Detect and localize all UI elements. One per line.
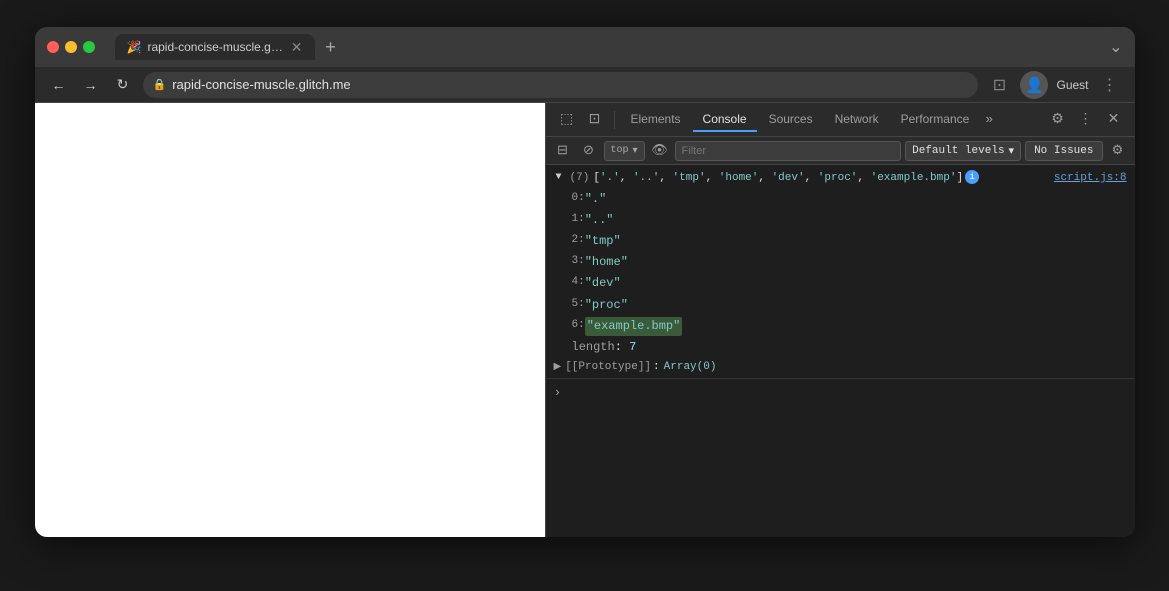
devtools-close-icon[interactable]: ✕ (1101, 107, 1127, 133)
no-issues-button[interactable]: No Issues (1025, 141, 1102, 161)
prototype-expand-icon[interactable]: ▶ (554, 360, 562, 376)
tab-elements[interactable]: Elements (621, 108, 691, 132)
url-text: rapid-concise-muscle.glitch.me (172, 77, 968, 92)
item-value-5: "proc" (585, 296, 628, 315)
tab-console[interactable]: Console (693, 108, 757, 132)
item-value-0: "." (585, 190, 607, 209)
item-index-5: 5: (556, 296, 585, 314)
console-clear-icon[interactable]: ⊘ (578, 140, 600, 162)
item-value-3: "home" (585, 253, 628, 272)
profile-avatar[interactable]: 👤 (1020, 71, 1048, 99)
item-index-6: 6: (556, 317, 585, 335)
console-output: ▼ (7) ['.', '..', 'tmp', 'home', 'dev', … (546, 165, 1135, 537)
info-badge: i (965, 170, 979, 184)
browser-window: 🎉 rapid-concise-muscle.glitch.m... ✕ + ⌄… (35, 27, 1135, 537)
refresh-button[interactable]: ↻ (111, 73, 135, 97)
prompt-arrow-icon: › (554, 383, 562, 404)
array-item-6: 6: "example.bmp" (546, 316, 1135, 337)
tab-sources[interactable]: Sources (759, 108, 823, 132)
console-prompt: › (546, 378, 1135, 408)
traffic-lights (47, 41, 95, 53)
bookmark-icon[interactable]: ⊡ (986, 72, 1012, 98)
profile-label: Guest (1056, 78, 1088, 92)
tabs-area: 🎉 rapid-concise-muscle.glitch.m... ✕ + (115, 34, 1102, 60)
log-level-label: Default levels (912, 145, 1004, 157)
devtools-inspect-icon[interactable]: ⬚ (554, 107, 580, 133)
context-selector-label: top (611, 145, 629, 156)
close-traffic-light[interactable] (47, 41, 59, 53)
item-value-2: "tmp" (585, 232, 621, 251)
item-value-4: "dev" (585, 274, 621, 293)
item-index-4: 4: (556, 274, 585, 292)
array-count: (7) (570, 170, 590, 188)
array-item-4: 4: "dev" (546, 273, 1135, 294)
devtools-more-icon[interactable]: ⋮ (1073, 107, 1099, 133)
script-reference[interactable]: script.js:8 (1054, 170, 1127, 188)
console-filter-input[interactable] (675, 141, 902, 161)
array-item-0: 0: "." (546, 189, 1135, 210)
context-selector[interactable]: top ▾ (604, 141, 645, 161)
devtools-toolbar-right: ⚙ ⋮ ✕ (1045, 107, 1127, 133)
maximize-traffic-light[interactable] (83, 41, 95, 53)
array-item-1: 1: ".." (546, 210, 1135, 231)
prototype-line: ▶ [[Prototype]] : Array(0) (546, 358, 1135, 378)
minimize-traffic-light[interactable] (65, 41, 77, 53)
back-button[interactable]: ← (47, 73, 71, 97)
array-items-summary: ['.', '..', 'tmp', 'home', 'dev', 'proc'… (593, 170, 963, 188)
address-input[interactable]: 🔒 rapid-concise-muscle.glitch.me (143, 72, 979, 98)
tab-close-icon[interactable]: ✕ (291, 40, 303, 54)
console-sidebar-icon[interactable]: ⊟ (552, 140, 574, 162)
main-area: ⬚ ⊡ Elements Console Sources Network Per… (35, 103, 1135, 537)
console-array-line: ▼ (7) ['.', '..', 'tmp', 'home', 'dev', … (546, 169, 1135, 189)
array-item-5: 5: "proc" (546, 295, 1135, 316)
lock-icon: 🔒 (153, 78, 167, 91)
toolbar-separator (614, 111, 615, 129)
devtools-panel: ⬚ ⊡ Elements Console Sources Network Per… (545, 103, 1135, 537)
address-bar: ← → ↻ 🔒 rapid-concise-muscle.glitch.me ⊡… (35, 67, 1135, 103)
address-bar-actions: ⊡ 👤 Guest ⋮ (986, 71, 1122, 99)
console-toolbar: ⊟ ⊘ top ▾ 👁 Default levels ▾ No Issues ⚙ (546, 137, 1135, 165)
log-level-arrow: ▾ (1009, 144, 1015, 158)
item-index-0: 0: (556, 190, 585, 208)
title-bar: 🎉 rapid-concise-muscle.glitch.m... ✕ + ⌄ (35, 27, 1135, 67)
tab-label: rapid-concise-muscle.glitch.m... (147, 40, 284, 54)
more-tabs-icon[interactable]: » (981, 112, 997, 127)
new-tab-button[interactable]: + (319, 35, 343, 59)
prototype-label: [[Prototype]] (565, 359, 651, 377)
prototype-value: Array(0) (664, 359, 717, 377)
array-length-line: length: 7 (546, 337, 1135, 358)
devtools-settings-icon[interactable]: ⚙ (1045, 107, 1071, 133)
item-value-1: ".." (585, 211, 614, 230)
item-index-1: 1: (556, 211, 585, 229)
array-item-3: 3: "home" (546, 252, 1135, 273)
tab-favicon-icon: 🎉 (127, 40, 142, 54)
active-tab[interactable]: 🎉 rapid-concise-muscle.glitch.m... ✕ (115, 34, 315, 60)
devtools-device-icon[interactable]: ⊡ (582, 107, 608, 133)
item-value-6: "example.bmp" (585, 317, 683, 336)
browser-menu-icon[interactable]: ⋮ (1097, 72, 1123, 98)
log-level-selector[interactable]: Default levels ▾ (905, 141, 1021, 161)
tab-network[interactable]: Network (825, 108, 889, 132)
array-item-2: 2: "tmp" (546, 231, 1135, 252)
window-controls: ⌄ (1109, 37, 1122, 57)
devtools-toolbar: ⬚ ⊡ Elements Console Sources Network Per… (546, 103, 1135, 137)
context-selector-arrow: ▾ (633, 145, 638, 157)
expand-icon[interactable]: ▼ (556, 170, 566, 186)
tab-performance[interactable]: Performance (891, 108, 980, 132)
item-index-3: 3: (556, 253, 585, 271)
forward-button[interactable]: → (79, 73, 103, 97)
console-eye-icon[interactable]: 👁 (649, 140, 671, 162)
length-label: length: 7 (556, 338, 637, 357)
console-settings-icon[interactable]: ⚙ (1107, 140, 1129, 162)
page-content (35, 103, 545, 537)
no-issues-label: No Issues (1034, 145, 1093, 157)
item-index-2: 2: (556, 232, 585, 250)
